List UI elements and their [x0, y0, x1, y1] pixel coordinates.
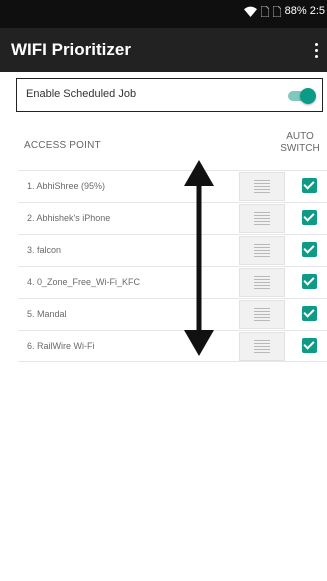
sim-icon [260, 5, 269, 17]
drag-handle[interactable] [239, 332, 285, 361]
app-title: WIFI Prioritizer [11, 40, 131, 59]
access-point-row[interactable]: 4. 0_Zone_Free_Wi-Fi_KFC [18, 266, 327, 298]
drag-handle-icon [254, 244, 270, 257]
access-point-header: ACCESS POINT [24, 140, 101, 151]
scheduled-job-toggle[interactable] [288, 88, 316, 104]
auto-switch-checkbox[interactable] [302, 338, 317, 353]
overflow-menu-icon[interactable] [307, 38, 325, 62]
access-point-row[interactable]: 1. AbhiShree (95%) [18, 170, 327, 202]
drag-handle-icon [254, 340, 270, 353]
auto-switch-checkbox[interactable] [302, 242, 317, 257]
auto-switch-checkbox[interactable] [302, 306, 317, 321]
access-point-name: 1. AbhiShree (95%) [27, 181, 106, 191]
access-point-name: 6. RailWire Wi-Fi [27, 341, 95, 351]
battery-time-text: 88% 2:5 [284, 5, 325, 17]
auto-switch-checkbox[interactable] [302, 274, 317, 289]
double-headed-arrow-icon [184, 160, 214, 356]
access-point-name: 3. falcon [27, 245, 62, 255]
drag-handle-icon [254, 212, 270, 225]
status-bar: 88% 2:5 [0, 0, 327, 28]
drag-handle[interactable] [239, 204, 285, 233]
drag-handle-icon [254, 276, 270, 289]
drag-handle[interactable] [239, 236, 285, 265]
drag-handle[interactable] [239, 268, 285, 297]
drag-handle-icon [254, 180, 270, 193]
access-point-name: 2. Abhishek's iPhone [27, 213, 111, 223]
auto-switch-checkbox[interactable] [302, 210, 317, 225]
wifi-icon [243, 6, 257, 17]
auto-switch-header: AUTO SWITCH [276, 131, 324, 155]
status-icons: 88% 2:5 [243, 5, 325, 17]
sim-icon [272, 5, 281, 17]
drag-handle[interactable] [239, 172, 285, 201]
app-bar: WIFI Prioritizer [0, 28, 327, 72]
access-point-row[interactable]: 5. Mandal [18, 298, 327, 330]
auto-switch-checkbox[interactable] [302, 178, 317, 193]
auto-switch-header-text: AUTO SWITCH [280, 131, 320, 154]
access-point-list: 1. AbhiShree (95%) 2. Abhishek's iPhone 3.… [18, 170, 327, 362]
scheduled-job-label: Enable Scheduled Job [26, 88, 137, 100]
access-point-name: 5. Mandal [27, 309, 67, 319]
drag-handle-icon [254, 308, 270, 321]
access-point-row[interactable]: 2. Abhishek's iPhone [18, 202, 327, 234]
drag-handle[interactable] [239, 300, 285, 329]
access-point-name: 4. 0_Zone_Free_Wi-Fi_KFC [27, 277, 141, 287]
access-point-row[interactable]: 3. falcon [18, 234, 327, 266]
scheduled-job-row[interactable]: Enable Scheduled Job [16, 78, 323, 112]
access-point-row[interactable]: 6. RailWire Wi-Fi [18, 330, 327, 362]
